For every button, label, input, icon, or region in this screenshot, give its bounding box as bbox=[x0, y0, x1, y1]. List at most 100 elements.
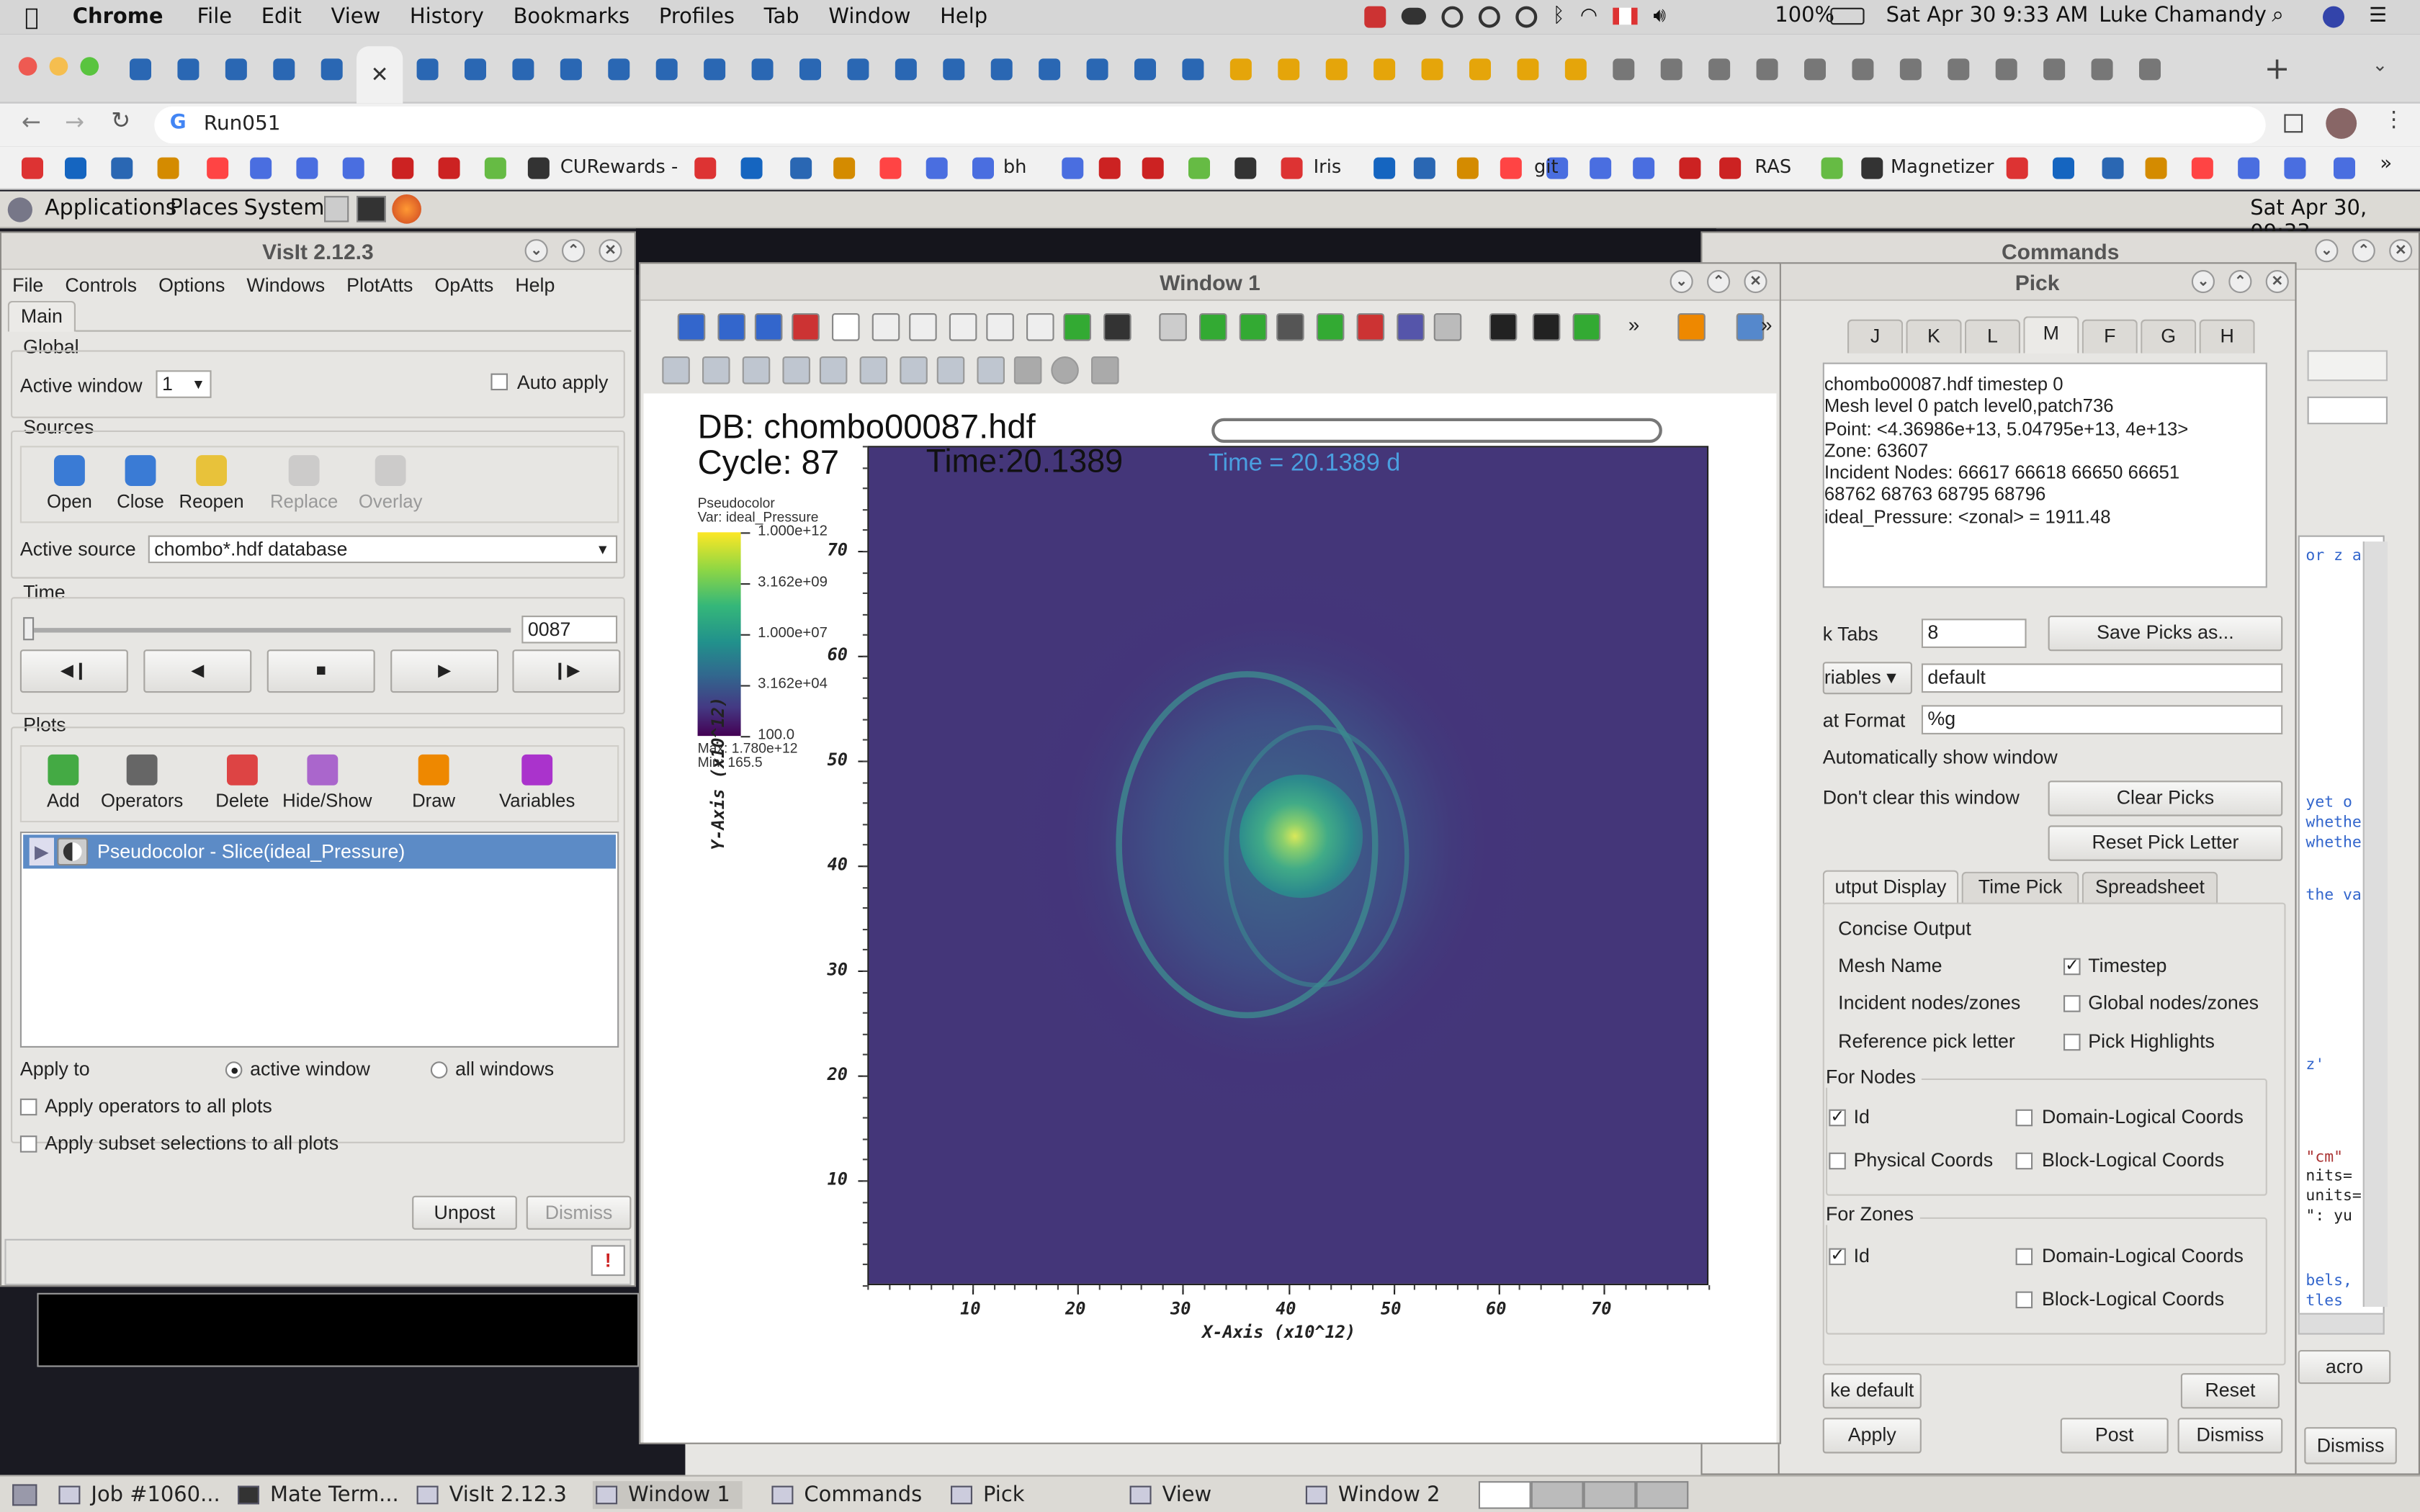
variables-input[interactable]: default bbox=[1921, 663, 2283, 693]
bookmark-favicon-icon[interactable] bbox=[1821, 157, 1843, 179]
bookmark-iris[interactable]: Iris bbox=[1314, 156, 1342, 177]
bookmark-favicon-icon[interactable] bbox=[1861, 157, 1883, 179]
browser-tab[interactable] bbox=[1265, 46, 1312, 92]
terminal-icon[interactable] bbox=[356, 196, 386, 222]
bookmark-magnetizer[interactable]: Magnetizer bbox=[1891, 156, 1994, 177]
cloud-icon[interactable] bbox=[1401, 7, 1426, 25]
nodes-domain-logical-checkbox[interactable] bbox=[2015, 1109, 2033, 1127]
visit-menu-plotatts[interactable]: PlotAtts bbox=[346, 274, 413, 296]
source-overlay-button[interactable]: Overlay bbox=[347, 455, 434, 512]
reference-pick-label[interactable]: Reference pick letter bbox=[1838, 1030, 2015, 1052]
dropbox-icon[interactable] bbox=[1364, 5, 1386, 27]
bluetooth-icon[interactable]: ᛒ bbox=[1553, 4, 1565, 27]
dont-clear-label[interactable]: Don't clear this window bbox=[1823, 787, 2020, 809]
plot-viewport[interactable] bbox=[867, 446, 1709, 1286]
toolbar-icon[interactable] bbox=[782, 356, 810, 384]
bookmark-favicon-icon[interactable] bbox=[1142, 157, 1164, 179]
window1-titlebar[interactable]: Window 1 ⌄ ⌃ ✕ bbox=[640, 264, 1780, 301]
browser-tab[interactable] bbox=[2031, 46, 2077, 92]
toolbar-icon[interactable] bbox=[949, 313, 977, 341]
browser-tab[interactable] bbox=[165, 46, 211, 92]
browser-tab[interactable] bbox=[931, 46, 977, 92]
toolbar-icon[interactable] bbox=[986, 313, 1014, 341]
toolbar-icon[interactable] bbox=[900, 356, 928, 384]
browser-tab[interactable] bbox=[2079, 46, 2125, 92]
toolbar-icon[interactable] bbox=[717, 313, 745, 341]
toolbar-icon[interactable] bbox=[1316, 313, 1345, 341]
browser-tab[interactable] bbox=[1600, 46, 1646, 92]
browser-tab[interactable] bbox=[1935, 46, 1981, 92]
toolbar-icon[interactable] bbox=[832, 313, 860, 341]
bookmark-favicon-icon[interactable] bbox=[1234, 157, 1257, 179]
bookmark-favicon-icon[interactable] bbox=[1098, 157, 1121, 179]
first-frame-button[interactable]: ◀❙ bbox=[19, 649, 128, 693]
more-tools-icon[interactable]: » bbox=[1628, 313, 1640, 336]
tab-output-display[interactable]: utput Display bbox=[1822, 870, 1959, 904]
browser-tab[interactable] bbox=[1984, 46, 2030, 92]
pick-output[interactable]: chombo00087.hdf timestep 0 Mesh level 0 … bbox=[1822, 362, 2267, 588]
minimize-icon[interactable]: ⌄ bbox=[2191, 270, 2215, 294]
workspace-switcher[interactable] bbox=[1478, 1481, 1689, 1509]
source-replace-button[interactable]: Replace bbox=[261, 455, 347, 512]
browser-tab[interactable] bbox=[452, 46, 498, 92]
reading-list-icon[interactable] bbox=[2284, 114, 2303, 133]
browser-tab[interactable] bbox=[1888, 46, 1934, 92]
browser-tab[interactable] bbox=[1696, 46, 1742, 92]
menu-profiles[interactable]: Profiles bbox=[659, 4, 735, 29]
siri-icon[interactable] bbox=[2323, 6, 2344, 28]
toolbar-icon[interactable] bbox=[977, 356, 1005, 384]
time-machine-icon[interactable] bbox=[1478, 5, 1500, 27]
bookmark-favicon-icon[interactable] bbox=[342, 157, 364, 179]
close-icon[interactable]: ✕ bbox=[599, 239, 622, 263]
new-tab-icon[interactable]: + bbox=[2264, 50, 2290, 86]
volume-icon[interactable]: 🔊︎ bbox=[1653, 4, 1666, 27]
browser-tab-active[interactable]: ✕ bbox=[356, 46, 403, 104]
reset-pick-letter-button[interactable]: Reset Pick Letter bbox=[2048, 825, 2283, 861]
search-icon[interactable]: ⌕ bbox=[2272, 3, 2284, 27]
bookmark-favicon-icon[interactable] bbox=[790, 157, 812, 179]
firefox-icon[interactable] bbox=[392, 194, 421, 224]
minimize-icon[interactable]: ⌄ bbox=[2315, 239, 2339, 263]
last-frame-button[interactable]: ❙▶ bbox=[512, 649, 621, 693]
commands-hscroll[interactable] bbox=[2298, 1313, 2385, 1335]
toolbar-icon[interactable] bbox=[1433, 313, 1462, 341]
bookmark-favicon-icon[interactable] bbox=[1500, 157, 1522, 179]
browser-tab[interactable] bbox=[1314, 46, 1360, 92]
task-view[interactable]: View bbox=[1129, 1481, 1211, 1509]
macro-button[interactable]: acro bbox=[2298, 1350, 2391, 1385]
toolbar-icon[interactable] bbox=[1013, 356, 1042, 384]
visit-menu-file[interactable]: File bbox=[12, 274, 43, 296]
plot-visibility-icon[interactable] bbox=[57, 837, 89, 866]
toolbar-icon[interactable] bbox=[1051, 356, 1079, 384]
bookmark-favicon-icon[interactable] bbox=[2334, 157, 2355, 179]
pick-tabs-spinbox[interactable]: 8 bbox=[1921, 618, 2027, 648]
bookmark-favicon-icon[interactable] bbox=[1188, 157, 1210, 179]
browser-tab[interactable] bbox=[404, 46, 450, 92]
close-tab-icon[interactable]: ✕ bbox=[371, 63, 389, 87]
toolbar-icon[interactable] bbox=[702, 356, 730, 384]
visit-menu-options[interactable]: Options bbox=[158, 274, 225, 296]
variables-dropdown[interactable]: riables ▾ bbox=[1822, 662, 1912, 695]
visit-dismiss-button[interactable]: Dismiss bbox=[526, 1195, 632, 1230]
toolbar-icon[interactable] bbox=[1091, 356, 1119, 384]
bookmark-favicon-icon[interactable] bbox=[2191, 157, 2213, 179]
expand-arrow-icon[interactable]: ▶ bbox=[29, 837, 54, 866]
browser-tab[interactable] bbox=[787, 46, 833, 92]
toolbar-icon[interactable] bbox=[871, 313, 900, 341]
pick-tab-l[interactable]: L bbox=[1964, 319, 2020, 354]
toolbar-icon[interactable] bbox=[1532, 313, 1561, 341]
plot-variables-button[interactable]: Variables bbox=[480, 754, 594, 811]
time-slider-handle[interactable] bbox=[23, 617, 35, 641]
toolbar-icon[interactable] bbox=[819, 356, 848, 384]
browser-tab[interactable] bbox=[1361, 46, 1407, 92]
zones-id-checkbox[interactable] bbox=[1829, 1245, 1846, 1266]
active-window-select[interactable]: 1 ▼ bbox=[156, 370, 212, 398]
bookmark-favicon-icon[interactable] bbox=[972, 157, 994, 179]
bookmark-favicon-icon[interactable] bbox=[1456, 157, 1479, 179]
forward-icon[interactable]: → bbox=[65, 108, 84, 136]
bookmark-favicon-icon[interactable] bbox=[207, 157, 229, 179]
zoom-window-dot[interactable] bbox=[80, 57, 99, 76]
toolbar-icon[interactable] bbox=[792, 313, 820, 341]
browser-tab[interactable] bbox=[1792, 46, 1838, 92]
bookmark-favicon-icon[interactable] bbox=[833, 157, 856, 179]
